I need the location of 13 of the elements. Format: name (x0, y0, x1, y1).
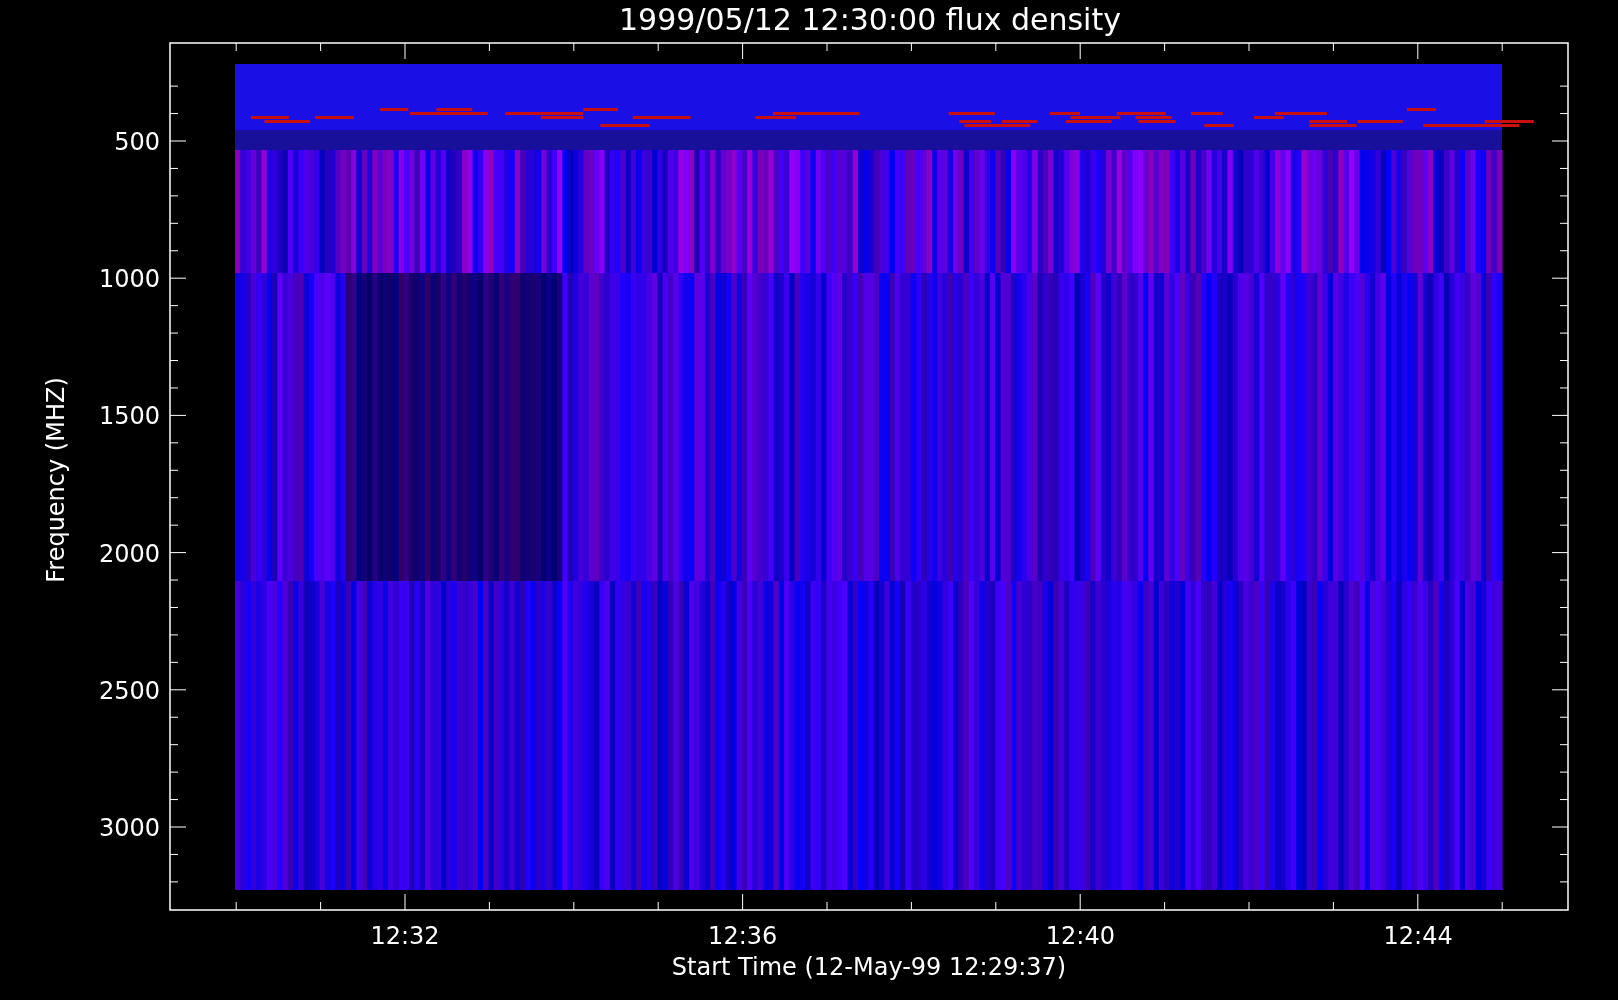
plot-title: 1999/05/12 12:30:00 flux density (619, 2, 1121, 37)
y-tick-label: 2500 (98, 676, 160, 705)
y-tick-label: 3000 (98, 814, 160, 842)
y-tick-label: 1500 (98, 402, 160, 431)
x-axis-label: Start Time (12-May-99 12:29:37) (671, 953, 1067, 981)
x-tick-label: 12:32 (370, 922, 440, 950)
y-tick-label: 500 (114, 128, 160, 156)
x-tick-label: 12:44 (1383, 922, 1453, 950)
x-tick-label: 12:36 (708, 922, 778, 950)
y-axis-label: Frequency (MHZ) (42, 377, 70, 583)
y-tick-label: 2000 (98, 539, 160, 568)
y-tick-label: 1000 (98, 265, 160, 294)
x-tick-label: 12:40 (1045, 922, 1115, 950)
